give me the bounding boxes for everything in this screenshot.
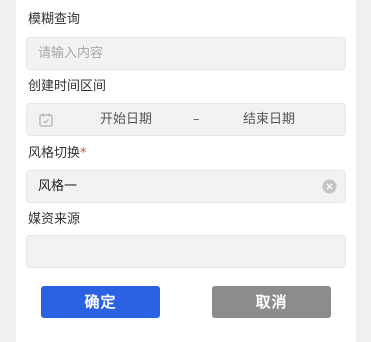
calendar-icon — [39, 113, 53, 127]
fuzzy-search-label: 模糊查询 — [28, 12, 81, 27]
fuzzy-search-placeholder: 请输入内容 — [38, 46, 104, 61]
required-mark: * — [80, 146, 87, 161]
date-range-separator: – — [193, 112, 200, 127]
style-select[interactable]: 风格一 — [26, 170, 346, 203]
fuzzy-search-input[interactable]: 请输入内容 — [26, 37, 346, 70]
date-end-input[interactable]: 结束日期 — [243, 111, 295, 129]
date-start-input[interactable]: 开始日期 — [100, 111, 152, 129]
clear-icon[interactable] — [322, 179, 337, 194]
cancel-button[interactable]: 取消 — [212, 286, 331, 318]
media-source-select[interactable] — [26, 235, 346, 268]
style-switch-label-text: 风格切换 — [28, 146, 81, 161]
date-range-picker[interactable]: 开始日期 – 结束日期 — [26, 103, 346, 136]
confirm-button[interactable]: 确定 — [41, 286, 160, 318]
media-source-label: 媒资来源 — [28, 212, 81, 227]
style-switch-label: 风格切换* — [28, 145, 87, 163]
style-select-value: 风格一 — [38, 179, 78, 194]
date-range-label: 创建时间区间 — [28, 79, 107, 94]
filter-form-panel: 模糊查询 请输入内容 创建时间区间 开始日期 – 结束日期 风格切换* 风格一 … — [16, 0, 356, 342]
